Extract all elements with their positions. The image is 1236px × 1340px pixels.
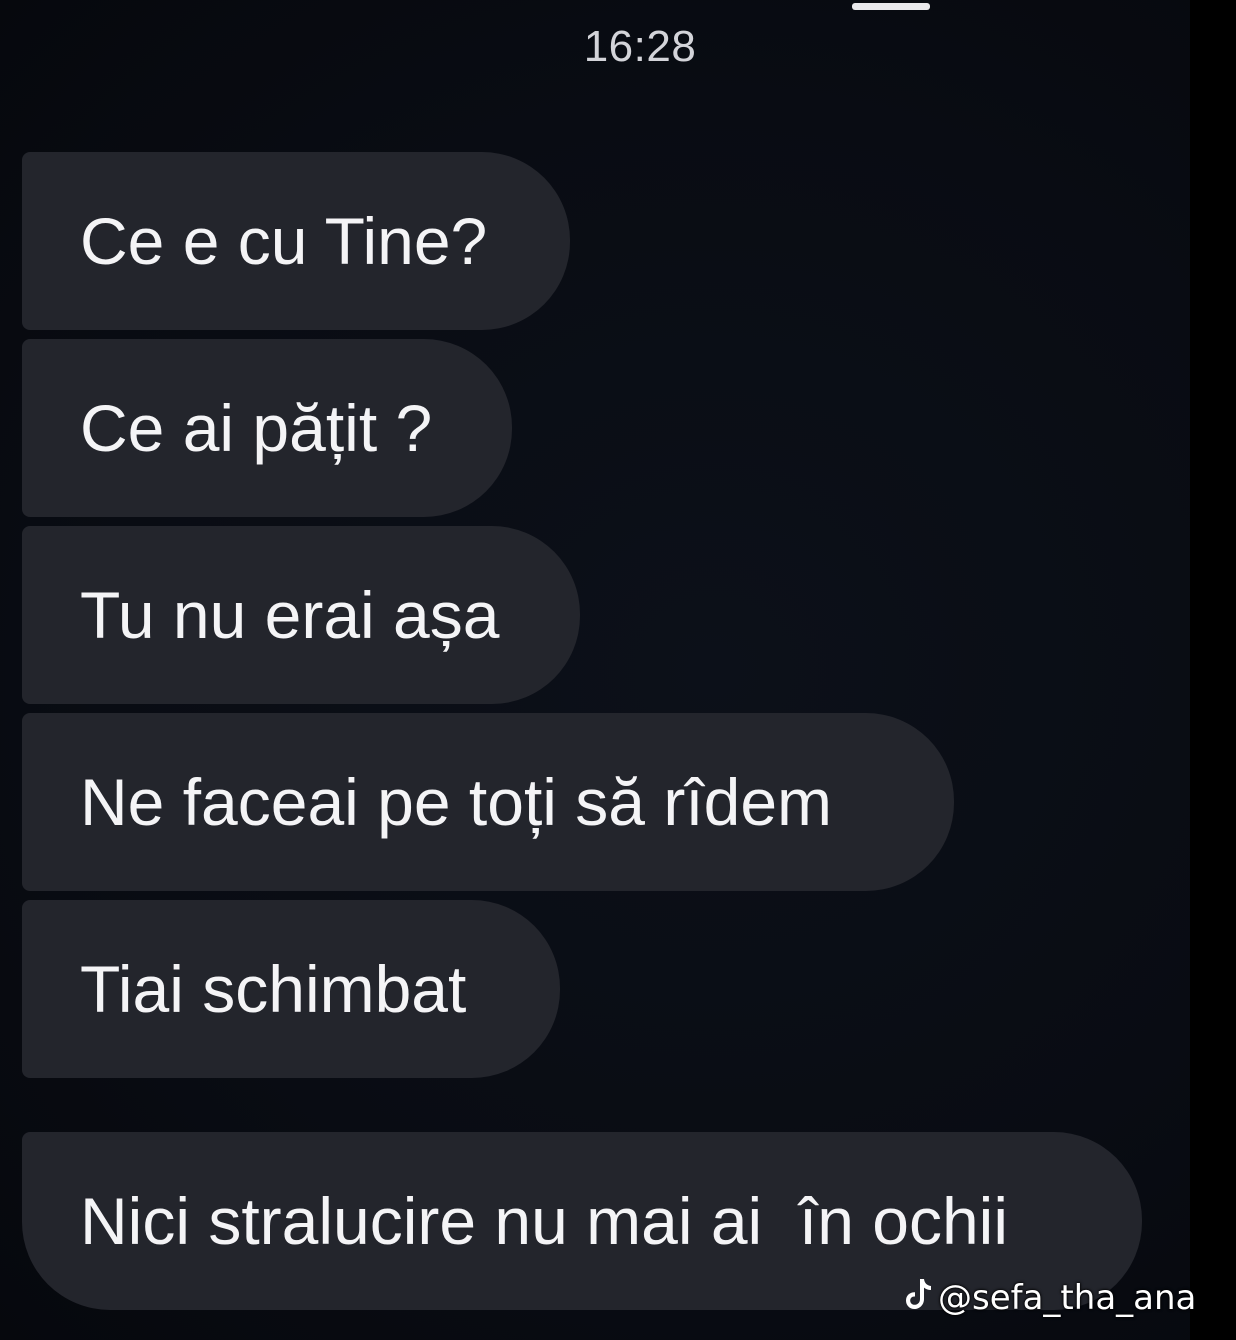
watermark-handle: @sefa_tha_ana bbox=[938, 1278, 1197, 1318]
tiktok-watermark: @sefa_tha_ana bbox=[904, 1276, 1196, 1320]
message-bubble[interactable]: Ce e cu Tine? bbox=[22, 152, 570, 330]
message-bubble[interactable]: Tu nu erai așa bbox=[22, 526, 580, 704]
chat-screen: 16:28 Ce e cu Tine? Ce ai pățit ? Tu nu … bbox=[0, 0, 1190, 1340]
message-bubble[interactable]: Tiai schimbat bbox=[22, 900, 560, 1078]
home-indicator bbox=[852, 3, 930, 10]
tiktok-icon bbox=[904, 1277, 934, 1320]
message-timestamp: 16:28 bbox=[583, 22, 697, 71]
message-bubble[interactable]: Ne faceai pe toți să rîdem bbox=[22, 713, 954, 891]
message-bubble[interactable]: Ce ai pățit ? bbox=[22, 339, 512, 517]
frame-edge bbox=[1190, 0, 1236, 1340]
